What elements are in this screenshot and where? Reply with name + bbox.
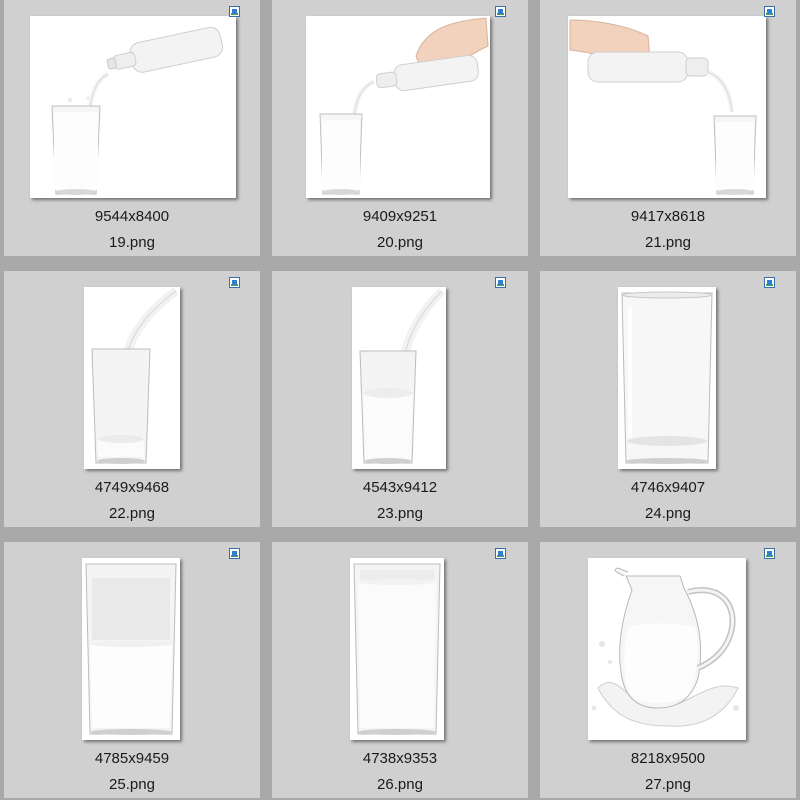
file-tile-19[interactable]: 9544x8400 19.png (4, 0, 260, 256)
file-dimensions: 9417x8618 (630, 208, 706, 225)
file-tile-26[interactable]: 4738x9353 26.png (272, 542, 528, 798)
file-dimensions: 4785x9459 (94, 750, 170, 767)
full-milk-glass-image (353, 563, 441, 735)
file-name[interactable]: 20.png (272, 234, 528, 251)
file-tile-22[interactable]: 4749x9468 22.png (4, 271, 260, 527)
file-name[interactable]: 22.png (4, 505, 260, 522)
file-tile-23[interactable]: 4543x9412 23.png (272, 271, 528, 527)
image-file-icon (495, 6, 506, 17)
image-file-icon (764, 548, 775, 559)
hand-pour-right-image (569, 19, 757, 195)
file-tile-21[interactable]: 9417x8618 21.png (540, 0, 796, 256)
thumbnail-22[interactable] (84, 287, 180, 469)
file-tile-24[interactable]: 4746x9407 24.png (540, 271, 796, 527)
milk-jug-splash-image (591, 567, 739, 727)
milk-stream-empty-glass-image (91, 287, 179, 464)
file-name[interactable]: 25.png (4, 776, 260, 793)
file-name[interactable]: 24.png (540, 505, 796, 522)
thumbnail-23[interactable] (352, 287, 446, 469)
file-tile-20[interactable]: 9409x9251 20.png (272, 0, 528, 256)
image-file-icon (764, 6, 775, 17)
image-file-icon (229, 277, 240, 288)
image-file-icon (229, 548, 240, 559)
thumbnail-21[interactable] (568, 16, 766, 198)
file-thumbnail-grid: 9544x8400 19.png 9409x9251 20.png 9417x8… (0, 0, 800, 800)
file-name[interactable]: 26.png (272, 776, 528, 793)
file-tile-27[interactable]: 8218x9500 27.png (540, 542, 796, 798)
file-dimensions: 4746x9407 (630, 479, 706, 496)
file-name[interactable]: 27.png (540, 776, 796, 793)
file-name[interactable]: 19.png (4, 234, 260, 251)
thumbnail-27[interactable] (588, 558, 746, 740)
milk-stream-half-glass-image (359, 287, 446, 464)
file-dimensions: 9409x9251 (362, 208, 438, 225)
file-tile-25[interactable]: 4785x9459 25.png (4, 542, 260, 798)
thumbnail-19[interactable] (30, 16, 236, 198)
hand-pour-image (319, 17, 489, 195)
file-name[interactable]: 23.png (272, 505, 528, 522)
file-dimensions: 9544x8400 (94, 208, 170, 225)
image-file-icon (229, 6, 240, 17)
file-dimensions: 4738x9353 (362, 750, 438, 767)
image-file-icon (495, 548, 506, 559)
image-file-icon (495, 277, 506, 288)
empty-glass-image (621, 291, 713, 464)
thumbnail-20[interactable] (306, 16, 490, 198)
thumbnail-24[interactable] (618, 287, 716, 469)
thumbnail-26[interactable] (350, 558, 444, 740)
file-dimensions: 8218x9500 (630, 750, 706, 767)
file-dimensions: 4749x9468 (94, 479, 170, 496)
image-file-icon (764, 277, 775, 288)
file-dimensions: 4543x9412 (362, 479, 438, 496)
file-name[interactable]: 21.png (540, 234, 796, 251)
thumbnail-25[interactable] (82, 558, 180, 740)
milk-bottle-pour-image (51, 26, 224, 195)
half-milk-glass-image (85, 563, 177, 735)
